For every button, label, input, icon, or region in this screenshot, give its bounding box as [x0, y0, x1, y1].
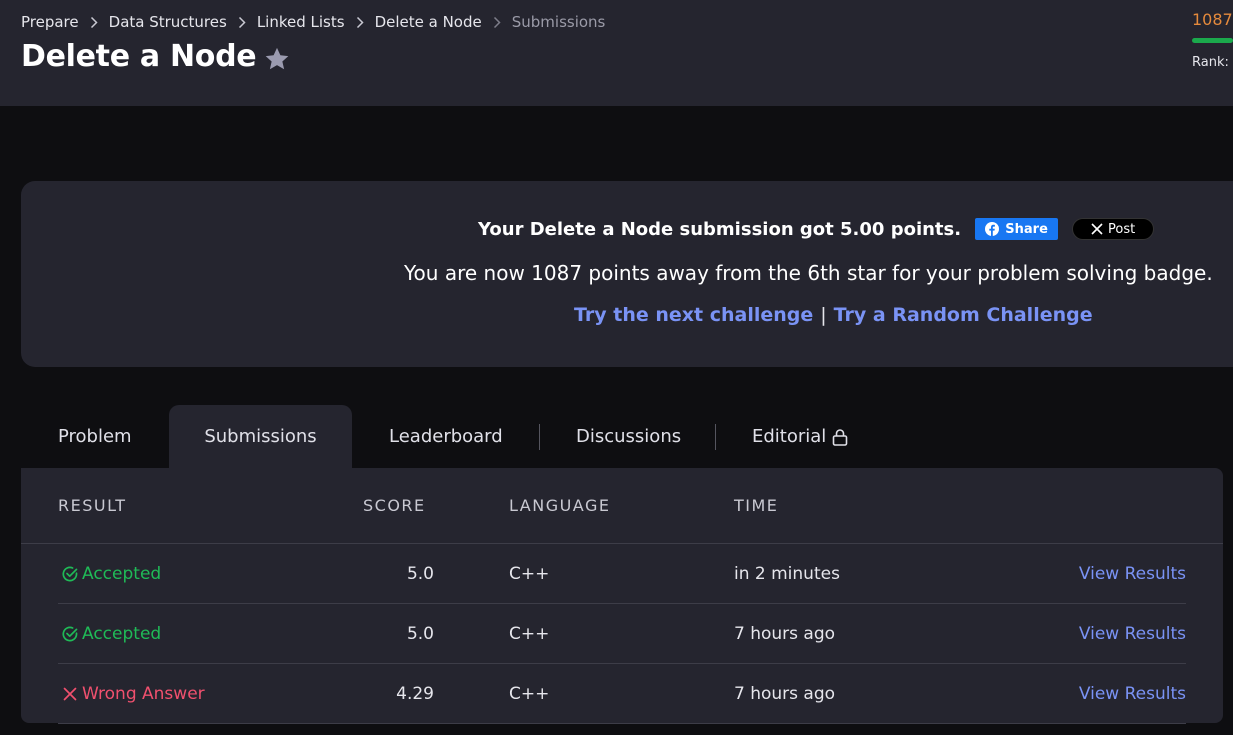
- page-title: Delete a Node: [21, 39, 257, 74]
- view-results-link[interactable]: View Results: [1079, 624, 1186, 644]
- table-row-result: Wrong Answer: [61, 684, 205, 704]
- post-label: Post: [1107, 221, 1136, 237]
- table-row-time: in 2 minutes: [734, 564, 840, 584]
- share-label: Share: [1005, 221, 1048, 237]
- chevron-right-icon: [345, 13, 375, 31]
- tab-divider: [715, 424, 716, 450]
- row-divider: [58, 663, 1186, 664]
- breadcrumb-delete-a-node[interactable]: Delete a Node: [375, 13, 482, 31]
- column-header-language: LANGUAGE: [509, 496, 611, 515]
- chevron-right-icon: [79, 13, 109, 31]
- row-divider: [58, 723, 1186, 724]
- breadcrumb-prepare[interactable]: Prepare: [21, 13, 79, 31]
- table-row-language: C++: [509, 684, 550, 704]
- table-row-score: 5.0: [406, 624, 434, 644]
- cross-icon: [63, 687, 77, 701]
- x-post-button[interactable]: Post: [1072, 218, 1155, 240]
- problem-tabs: Problem Submissions Leaderboard Discussi…: [21, 405, 1223, 468]
- result-label: Accepted: [82, 564, 162, 584]
- page-header: Prepare Data Structures Linked Lists Del…: [0, 0, 1233, 106]
- table-row-result: Accepted: [61, 564, 161, 584]
- breadcrumb-linked-lists[interactable]: Linked Lists: [257, 13, 345, 31]
- lock-icon: [833, 428, 848, 446]
- challenge-links: Try the next challenge | Try a Random Ch…: [574, 304, 1093, 326]
- view-results-link[interactable]: View Results: [1079, 684, 1186, 704]
- star-icon[interactable]: [263, 45, 291, 73]
- x-icon: [1091, 223, 1103, 235]
- facebook-share-button[interactable]: Share: [975, 218, 1059, 240]
- table-row-result: Accepted: [61, 624, 161, 644]
- row-divider: [58, 603, 1186, 604]
- chevron-right-icon: [227, 13, 257, 31]
- submission-score-message: Your Delete a Node submission got 5.00 p…: [478, 218, 962, 240]
- table-row-language: C++: [509, 624, 550, 644]
- random-challenge-link[interactable]: Try a Random Challenge: [834, 304, 1093, 326]
- result-label: Wrong Answer: [82, 684, 205, 704]
- user-rank-label: Rank:: [1192, 55, 1229, 70]
- header-divider: [21, 543, 1223, 544]
- check-circle-icon: [62, 626, 78, 642]
- facebook-icon: [985, 222, 1000, 236]
- tab-editorial-label: Editorial: [752, 426, 827, 447]
- tab-leaderboard[interactable]: Leaderboard: [389, 405, 503, 468]
- column-header-result: RESULT: [58, 496, 127, 515]
- column-header-time: TIME: [734, 496, 779, 515]
- banner-message-row: Your Delete a Node submission got 5.00 p…: [478, 218, 1155, 240]
- link-separator: |: [820, 304, 827, 326]
- user-points: 1087: [1192, 10, 1233, 29]
- table-row-time: 7 hours ago: [734, 624, 836, 644]
- tab-divider: [539, 424, 540, 450]
- table-row-score: 5.0: [406, 564, 434, 584]
- check-circle-icon: [62, 566, 78, 582]
- column-header-score: SCORE: [363, 496, 426, 515]
- tab-problem[interactable]: Problem: [58, 405, 132, 468]
- badge-progress-message: You are now 1087 points away from the 6t…: [404, 261, 1213, 285]
- table-row-score: 4.29: [396, 684, 434, 704]
- tab-discussions[interactable]: Discussions: [576, 405, 681, 468]
- breadcrumb: Prepare Data Structures Linked Lists Del…: [21, 13, 605, 31]
- tab-submissions[interactable]: Submissions: [169, 405, 352, 468]
- table-row-language: C++: [509, 564, 550, 584]
- result-label: Accepted: [82, 624, 162, 644]
- chevron-right-icon: [482, 13, 512, 31]
- breadcrumb-data-structures[interactable]: Data Structures: [109, 13, 227, 31]
- view-results-link[interactable]: View Results: [1079, 564, 1186, 584]
- table-row-time: 7 hours ago: [734, 684, 836, 704]
- tab-editorial[interactable]: Editorial: [752, 405, 848, 468]
- next-challenge-link[interactable]: Try the next challenge: [574, 304, 813, 326]
- breadcrumb-submissions: Submissions: [511, 13, 606, 31]
- points-progress-bar: [1192, 38, 1233, 43]
